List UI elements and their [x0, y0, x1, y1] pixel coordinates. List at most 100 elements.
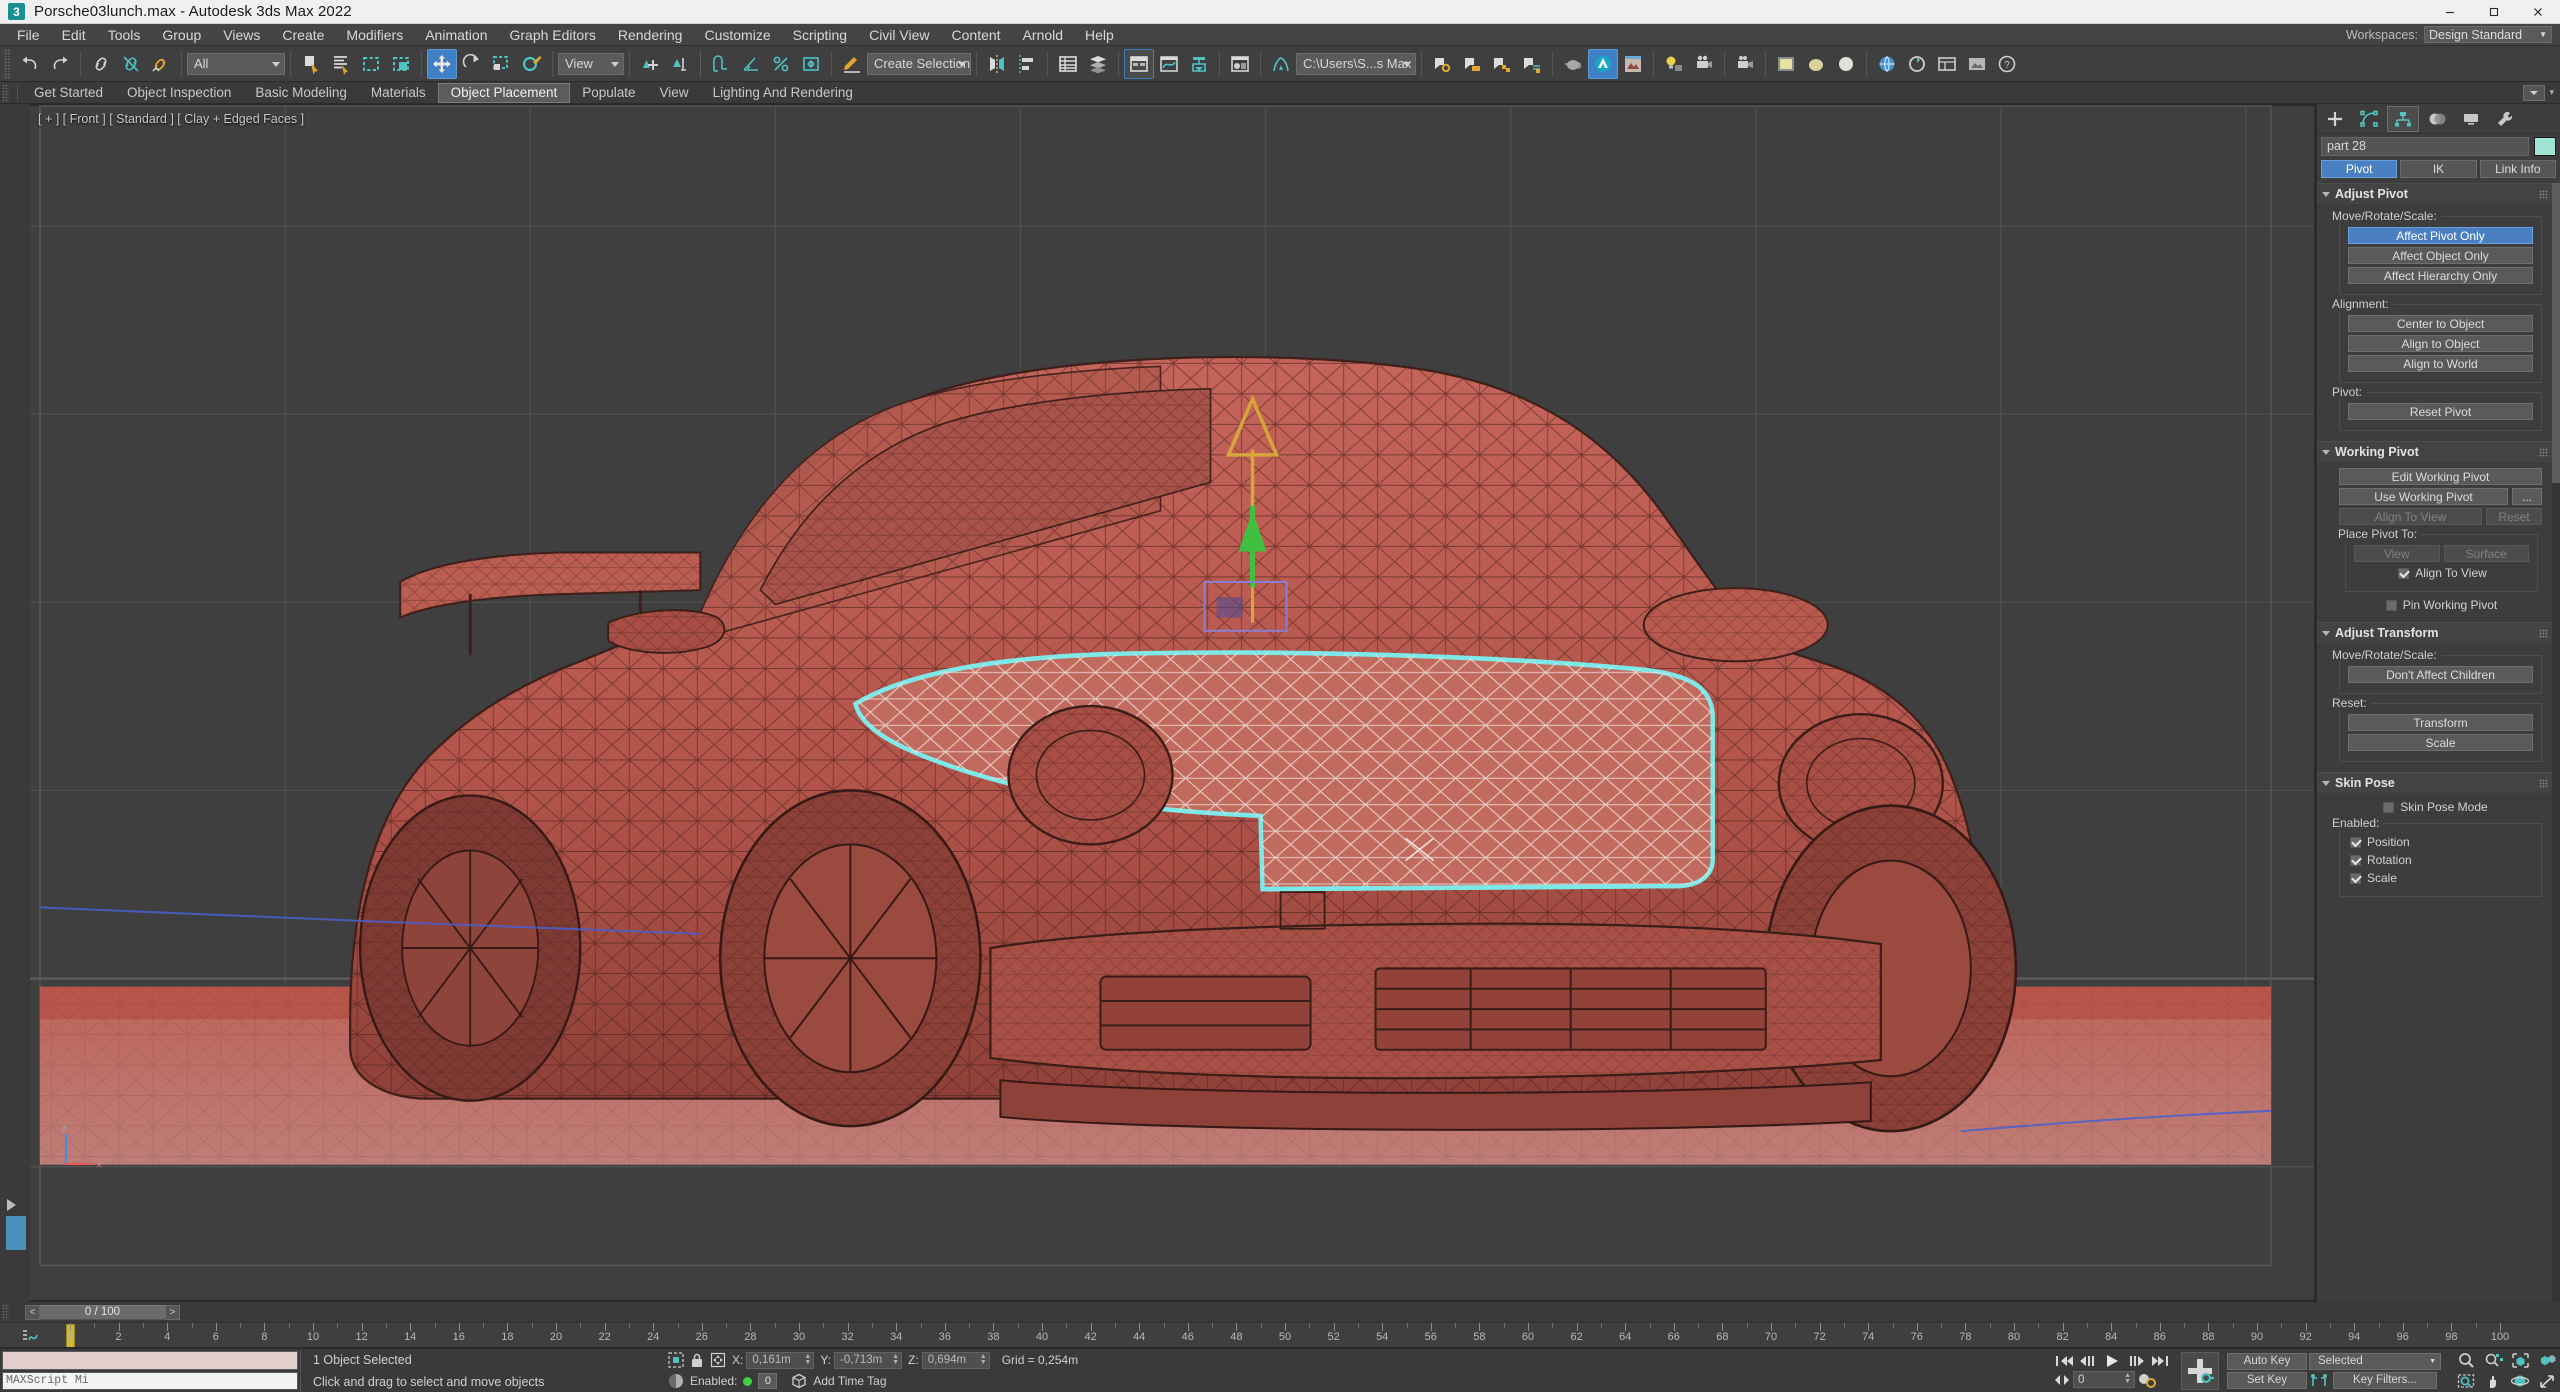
rollout-header-working-pivot[interactable]: Working Pivot: [2317, 442, 2552, 462]
scale-checkbox-row[interactable]: Scale: [2350, 871, 2533, 885]
angle-snap-toggle-button[interactable]: [736, 49, 766, 79]
place-pivot-view-button[interactable]: View: [2354, 545, 2440, 562]
pan-view-button[interactable]: [2480, 1371, 2506, 1391]
use-working-pivot-button[interactable]: Use Working Pivot: [2339, 488, 2508, 505]
render-frame-window-preview-button[interactable]: [1618, 49, 1648, 79]
select-and-manipulate-button[interactable]: [665, 49, 695, 79]
create-tab[interactable]: [2319, 106, 2351, 132]
key-tangent-icon[interactable]: [2309, 1372, 2331, 1389]
material-slot-3-button[interactable]: [1831, 49, 1861, 79]
menu-edit[interactable]: Edit: [51, 24, 97, 46]
named-selection-set-combo[interactable]: Create Selection Se: [867, 52, 971, 75]
viewport-label[interactable]: [ + ] [ Front ] [ Standard ] [ Clay + Ed…: [38, 112, 304, 126]
isolate-count[interactable]: 0: [758, 1373, 778, 1389]
menu-animation[interactable]: Animation: [414, 24, 498, 46]
menu-scripting[interactable]: Scripting: [782, 24, 858, 46]
current-frame-field[interactable]: 0 ▲ ▼: [2073, 1371, 2135, 1388]
display-tab[interactable]: [2455, 106, 2487, 132]
render-production-button[interactable]: [1487, 49, 1517, 79]
zoom-extents-all-button[interactable]: [2534, 1350, 2560, 1370]
key-mode-arrows-icon[interactable]: [2053, 1373, 2071, 1387]
ribbon-tab-get-started[interactable]: Get Started: [22, 83, 115, 103]
maxscript-input[interactable]: MAXScript Mi: [2, 1371, 298, 1390]
key-filter-set-combo[interactable]: Selected ▼: [2309, 1352, 2441, 1370]
scene-converter-button[interactable]: [1902, 49, 1932, 79]
zoom-region-button[interactable]: [2453, 1371, 2479, 1391]
curve-editor-button[interactable]: [1154, 49, 1184, 79]
go-to-start-button[interactable]: [2053, 1353, 2075, 1369]
menu-arnold[interactable]: Arnold: [1012, 24, 1074, 46]
rendered-frame-window-button[interactable]: [1457, 49, 1487, 79]
position-checkbox-row[interactable]: Position: [2350, 835, 2533, 849]
reference-coordinate-combo[interactable]: View: [558, 52, 624, 75]
ribbon-tab-view[interactable]: View: [648, 83, 701, 103]
schematic-view-button[interactable]: [1184, 49, 1214, 79]
ribbon-grip[interactable]: [2, 83, 9, 102]
prev-frame-arrow[interactable]: <: [25, 1304, 40, 1320]
pin-working-pivot-checkbox-row[interactable]: Pin Working Pivot: [2341, 598, 2542, 612]
align-to-view-checkbox-row[interactable]: Align To View: [2356, 566, 2529, 580]
percent-snap-toggle-button[interactable]: [766, 49, 796, 79]
command-panel-scrollbar[interactable]: [2552, 183, 2560, 1302]
open-mini-curve-editor-button[interactable]: [18, 1327, 44, 1345]
absolute-relative-transform-icon[interactable]: [710, 1352, 726, 1368]
next-frame-arrow[interactable]: >: [165, 1304, 180, 1320]
select-and-link-button[interactable]: [86, 49, 116, 79]
menu-tools[interactable]: Tools: [97, 24, 152, 46]
select-and-scale-button[interactable]: [487, 49, 517, 79]
bitmap-proxies-button[interactable]: [1962, 49, 1992, 79]
time-tag-icon[interactable]: [791, 1373, 807, 1389]
motion-tab[interactable]: [2421, 106, 2453, 132]
undo-button[interactable]: [15, 49, 45, 79]
reset-working-pivot-button[interactable]: Reset: [2486, 508, 2542, 525]
subtab-pivot[interactable]: Pivot: [2321, 160, 2398, 178]
spinner-icon[interactable]: ▲ ▼: [804, 1353, 811, 1366]
render-setup-button[interactable]: [1427, 49, 1457, 79]
rollout-header-adjust-pivot[interactable]: Adjust Pivot: [2317, 184, 2552, 204]
ribbon-tab-populate[interactable]: Populate: [570, 83, 647, 103]
bind-to-space-warp-button[interactable]: [146, 49, 176, 79]
utilities-tab[interactable]: [2489, 106, 2521, 132]
asset-tracking-button[interactable]: [1932, 49, 1962, 79]
key-mode-toggle-icon[interactable]: [2137, 1372, 2157, 1388]
time-slider-grip[interactable]: [2, 1304, 9, 1320]
ribbon-tab-object-placement[interactable]: Object Placement: [437, 82, 571, 103]
zoom-extents-button[interactable]: [2507, 1350, 2533, 1370]
ribbon-tab-basic-modeling[interactable]: Basic Modeling: [243, 83, 359, 103]
rotation-checkbox-row[interactable]: Rotation: [2350, 853, 2533, 867]
scene-explorer-button[interactable]: [1083, 49, 1113, 79]
dont-affect-children-button[interactable]: Don't Affect Children: [2348, 666, 2533, 683]
place-pivot-surface-button[interactable]: Surface: [2443, 545, 2529, 562]
select-and-rotate-button[interactable]: [457, 49, 487, 79]
subtab-link-info[interactable]: Link Info: [2479, 160, 2556, 178]
spinner-icon[interactable]: ▲ ▼: [980, 1353, 987, 1366]
track-bar[interactable]: 0 2 4 6 8 10 12 14 16 18 20 22 24 26 28 30 32 34 36 38 40 42 4…: [0, 1322, 2560, 1348]
minimize-button[interactable]: [2428, 0, 2472, 24]
zoom-all-button[interactable]: [2480, 1350, 2506, 1370]
edit-working-pivot-button[interactable]: Edit Working Pivot: [2339, 468, 2542, 485]
align-to-view-button[interactable]: Align To View: [2339, 508, 2482, 525]
ribbon-tab-lighting-and-rendering[interactable]: Lighting And Rendering: [701, 83, 865, 103]
subtab-ik[interactable]: IK: [2400, 160, 2477, 178]
expand-arrow-icon[interactable]: [7, 1199, 16, 1211]
camera-tools-button[interactable]: [1689, 49, 1719, 79]
project-folder-combo[interactable]: C:\Users\S...s Max 2022: [1296, 52, 1416, 75]
toolbar-grip[interactable]: [4, 48, 11, 79]
ribbon-tab-materials[interactable]: Materials: [359, 83, 438, 103]
arnold-render-button[interactable]: [1266, 49, 1296, 79]
isolate-selection-icon[interactable]: [668, 1373, 684, 1389]
selection-mode-icon[interactable]: [668, 1352, 684, 1368]
align-to-world-button[interactable]: Align to World: [2348, 355, 2533, 372]
menu-help[interactable]: Help: [1074, 24, 1125, 46]
spinner-snap-toggle-button[interactable]: [796, 49, 826, 79]
workspace-select[interactable]: Design Standard ▼: [2424, 26, 2552, 43]
teapot-preview-button[interactable]: [1558, 49, 1588, 79]
rollout-header-adjust-transform[interactable]: Adjust Transform: [2317, 623, 2552, 643]
unlink-selection-button[interactable]: [116, 49, 146, 79]
menu-views[interactable]: Views: [212, 24, 271, 46]
safe-frames-button[interactable]: [1730, 49, 1760, 79]
hierarchy-tab[interactable]: [2387, 105, 2419, 132]
key-filters-button[interactable]: Key Filters...: [2333, 1371, 2437, 1389]
affect-pivot-only-button[interactable]: Affect Pivot Only: [2348, 227, 2533, 244]
object-name-field[interactable]: part 28: [2321, 137, 2529, 156]
